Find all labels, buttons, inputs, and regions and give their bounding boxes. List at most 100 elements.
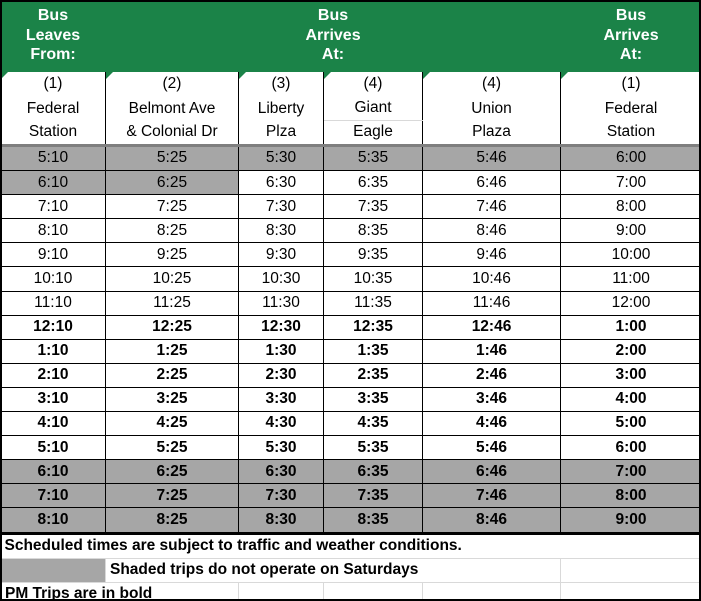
time-cell: 1:00 xyxy=(560,314,701,340)
time-cell: 7:35 xyxy=(323,483,423,509)
time-cell: 7:35 xyxy=(323,194,423,220)
time-cell: 8:30 xyxy=(238,507,324,535)
notes-table: Scheduled times are subject to traffic a… xyxy=(0,534,701,601)
time-cell: 1:30 xyxy=(238,338,324,364)
time-cell: 5:10 xyxy=(0,435,106,461)
time-cell: 7:10 xyxy=(0,194,106,220)
time-cell: 11:30 xyxy=(238,290,324,316)
time-cell: 5:35 xyxy=(323,435,423,461)
time-cell: 6:30 xyxy=(238,459,324,485)
banner-mid-line1: Bus xyxy=(317,7,349,25)
stop-name-1-line1: Federal xyxy=(0,97,106,121)
note-shaded-filler xyxy=(559,557,701,583)
time-cell: 3:25 xyxy=(105,386,239,413)
stop-name-2-line1: Belmont Ave xyxy=(105,97,239,121)
time-cell: 2:10 xyxy=(0,362,106,388)
time-cell: 4:35 xyxy=(323,411,423,437)
time-cell: 4:30 xyxy=(238,411,324,437)
banner-leaves-line3: From: xyxy=(30,46,76,64)
time-cell: 9:00 xyxy=(560,507,701,535)
time-cell: 6:35 xyxy=(323,170,423,196)
time-cell: 9:25 xyxy=(105,242,239,268)
note-bold-text: PM Trips are in bold xyxy=(0,581,239,601)
time-cell: 3:00 xyxy=(560,362,701,388)
schedule-row: 7:10 7:25 7:30 7:35 7:46 8:00 xyxy=(0,483,701,509)
stop-name-5-line1: Union xyxy=(421,97,562,121)
bus-schedule-sheet: Bus Leaves From: Bus Arrives At: Bus Arr… xyxy=(0,0,701,601)
time-cell: 8:25 xyxy=(105,507,239,535)
time-cell: 1:10 xyxy=(0,338,106,364)
time-cell: 8:00 xyxy=(560,483,701,509)
stop-name-3-line1: Liberty xyxy=(238,97,324,121)
time-cell: 8:00 xyxy=(560,194,701,220)
time-cell: 6:10 xyxy=(0,459,106,485)
stop-number-2: (2) xyxy=(105,72,239,97)
stop-name-4-line2: Eagle xyxy=(323,120,423,147)
time-cell: 9:00 xyxy=(560,218,701,244)
time-cell: 11:46 xyxy=(421,290,562,316)
shaded-color-swatch xyxy=(0,557,106,583)
stop-number-5: (4) xyxy=(421,72,562,97)
time-cell: 2:25 xyxy=(105,362,239,388)
time-cell: 1:25 xyxy=(105,338,239,364)
time-cell: 7:00 xyxy=(560,459,701,485)
schedule-row: 1:10 1:25 1:30 1:35 1:46 2:00 xyxy=(0,338,701,364)
time-cell: 11:25 xyxy=(105,290,239,316)
time-cell: 7:30 xyxy=(238,194,324,220)
stop-name-row-line2: Station & Colonial Dr Plza Eagle Plaza S… xyxy=(0,120,701,147)
time-cell: 6:25 xyxy=(105,170,239,196)
time-cell: 4:46 xyxy=(421,411,562,437)
time-cell: 3:46 xyxy=(421,386,562,413)
time-cell: 6:46 xyxy=(421,459,562,485)
stop-number-3: (3) xyxy=(238,72,324,97)
time-cell: 5:10 xyxy=(0,144,106,172)
time-cell: 9:35 xyxy=(323,242,423,268)
time-cell: 10:35 xyxy=(323,266,423,292)
time-cell: 5:30 xyxy=(238,144,324,172)
time-cell: 8:10 xyxy=(0,507,106,535)
time-cell: 4:00 xyxy=(560,386,701,413)
time-cell: 7:25 xyxy=(105,483,239,509)
note-conditions-text: Scheduled times are subject to traffic a… xyxy=(0,534,701,559)
time-cell: 1:35 xyxy=(323,338,423,364)
time-cell: 3:30 xyxy=(238,386,324,413)
note-row-bold: PM Trips are in bold xyxy=(0,581,701,601)
time-cell: 7:25 xyxy=(105,194,239,220)
time-cell: 10:46 xyxy=(421,266,562,292)
time-cell: 11:00 xyxy=(560,266,701,292)
schedule-row: 6:10 6:25 6:30 6:35 6:46 7:00 xyxy=(0,459,701,485)
time-cell: 6:30 xyxy=(238,170,324,196)
time-cell: 5:46 xyxy=(421,435,562,461)
time-cell: 6:00 xyxy=(560,144,701,172)
time-cell: 5:35 xyxy=(323,144,423,172)
time-cell: 5:30 xyxy=(238,435,324,461)
stop-name-row-line1: Federal Belmont Ave Liberty Giant Union … xyxy=(0,97,701,121)
note-row-shaded: Shaded trips do not operate on Saturdays xyxy=(0,557,701,583)
time-cell: 5:25 xyxy=(105,435,239,461)
time-cell: 9:30 xyxy=(238,242,324,268)
schedule-row: 8:10 8:25 8:30 8:35 8:46 9:00 xyxy=(0,218,701,244)
time-cell: 2:30 xyxy=(238,362,324,388)
banner-arrives-at-middle: Bus Arrives At: xyxy=(105,0,561,72)
time-cell: 8:35 xyxy=(323,218,423,244)
time-cell: 3:10 xyxy=(0,386,106,413)
time-cell: 10:30 xyxy=(238,266,324,292)
schedule-row: 4:10 4:25 4:30 4:35 4:46 5:00 xyxy=(0,411,701,437)
schedule-row: 7:10 7:25 7:30 7:35 7:46 8:00 xyxy=(0,194,701,220)
banner-row: Bus Leaves From: Bus Arrives At: Bus Arr… xyxy=(0,0,701,72)
time-cell: 7:30 xyxy=(238,483,324,509)
schedule-row: 5:10 5:25 5:30 5:35 5:46 6:00 xyxy=(0,144,701,172)
banner-right-line2: Arrives xyxy=(603,26,659,44)
time-cell: 2:46 xyxy=(421,362,562,388)
note-bold-filler-2 xyxy=(323,581,423,601)
stop-name-6-line1: Federal xyxy=(560,97,701,121)
time-cell: 11:10 xyxy=(0,290,106,316)
note-bold-filler-4 xyxy=(559,581,701,601)
note-bold-filler-1 xyxy=(238,581,324,601)
banner-right-line3: At: xyxy=(619,46,643,64)
time-cell: 7:10 xyxy=(0,483,106,509)
time-cell: 12:10 xyxy=(0,314,106,340)
schedule-row: 8:10 8:25 8:30 8:35 8:46 9:00 xyxy=(0,507,701,535)
time-cell: 5:00 xyxy=(560,411,701,437)
time-cell: 6:35 xyxy=(323,459,423,485)
